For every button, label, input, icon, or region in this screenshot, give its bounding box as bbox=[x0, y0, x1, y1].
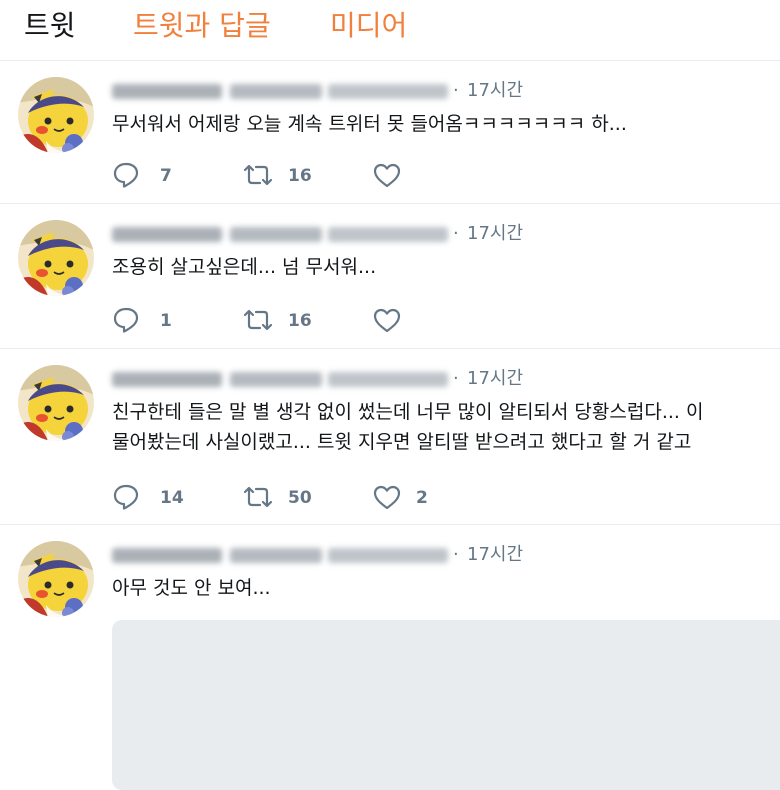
blurred-handle bbox=[328, 227, 448, 242]
blurred-display-name bbox=[112, 84, 222, 99]
tweet-text: 조용히 살고싶은데... 넘 무서워... bbox=[112, 252, 780, 282]
retweet-icon bbox=[243, 486, 273, 508]
like-count: 2 bbox=[416, 488, 428, 508]
retweet-icon bbox=[243, 309, 273, 331]
retweet-icon bbox=[243, 164, 273, 186]
blurred-name-extra bbox=[230, 84, 322, 99]
profile-tabs: 트윗 트윗과 답글 미디어 bbox=[0, 0, 780, 61]
tweet-time[interactable]: 17시간 bbox=[467, 78, 523, 104]
tweet-actions: 1 16 bbox=[112, 306, 712, 334]
tab-media[interactable]: 미디어 bbox=[330, 6, 407, 46]
separator-dot: · bbox=[453, 223, 459, 244]
reply-count: 14 bbox=[160, 488, 184, 508]
tweet-time[interactable]: 17시간 bbox=[467, 221, 523, 247]
tweet-text: 아무 것도 안 보여... bbox=[112, 573, 780, 603]
tweet-header: · 17시간 bbox=[112, 366, 780, 392]
tweet-media-placeholder[interactable] bbox=[112, 620, 780, 790]
heart-icon bbox=[373, 308, 401, 333]
avatar[interactable] bbox=[18, 365, 94, 441]
separator-dot: · bbox=[453, 544, 459, 565]
blurred-handle bbox=[328, 372, 448, 387]
tweet-text-line: 친구한테 들은 말 별 생각 없이 썼는데 너무 많이 알티되서 당황스럽다..… bbox=[112, 401, 704, 423]
tweet-text-line: 아무 것도 안 보여... bbox=[112, 577, 271, 599]
tab-tweets-and-replies[interactable]: 트윗과 답글 bbox=[133, 6, 271, 46]
tweet-text: 친구한테 들은 말 별 생각 없이 썼는데 너무 많이 알티되서 당황스럽다..… bbox=[112, 397, 780, 457]
tweet-item[interactable]: · 17시간 조용히 살고싶은데... 넘 무서워... 1 16 bbox=[0, 204, 780, 349]
retweet-count: 16 bbox=[288, 166, 312, 186]
avatar[interactable] bbox=[18, 541, 94, 617]
tweet-text-line: 조용히 살고싶은데... 넘 무서워... bbox=[112, 256, 377, 278]
blurred-display-name bbox=[112, 227, 222, 242]
blurred-display-name bbox=[112, 372, 222, 387]
tweet-actions: 7 16 bbox=[112, 161, 712, 189]
tweet-header: · 17시간 bbox=[112, 78, 780, 104]
blurred-name-extra bbox=[230, 548, 322, 563]
tab-tweets[interactable]: 트윗 bbox=[24, 6, 76, 46]
blurred-handle bbox=[328, 548, 448, 563]
reply-count: 7 bbox=[160, 166, 172, 186]
tweet-text-line: 물어봤는데 사실이랬고... 트윗 지우면 알티딸 받으려고 했다고 할 거 같… bbox=[112, 431, 692, 453]
blurred-handle bbox=[328, 84, 448, 99]
separator-dot: · bbox=[453, 368, 459, 389]
tweet-text: 무서워서 어제랑 오늘 계속 트위터 못 들어옴ㅋㅋㅋㅋㅋㅋㅋ 하... bbox=[112, 109, 780, 139]
reply-icon bbox=[113, 484, 139, 510]
tweet-item[interactable]: · 17시간 친구한테 들은 말 별 생각 없이 썼는데 너무 많이 알티되서 … bbox=[0, 349, 780, 525]
retweet-count: 50 bbox=[288, 488, 312, 508]
heart-icon bbox=[373, 485, 401, 510]
blurred-name-extra bbox=[230, 372, 322, 387]
tweet-item[interactable]: · 17시간 무서워서 어제랑 오늘 계속 트위터 못 들어옴ㅋㅋㅋㅋㅋㅋㅋ 하… bbox=[0, 61, 780, 204]
reply-icon bbox=[113, 162, 139, 188]
heart-icon bbox=[373, 163, 401, 188]
tweet-header: · 17시간 bbox=[112, 542, 780, 568]
blurred-display-name bbox=[112, 548, 222, 563]
retweet-count: 16 bbox=[288, 311, 312, 331]
tweet-time[interactable]: 17시간 bbox=[467, 366, 523, 392]
tweet-actions: 14 50 2 bbox=[112, 483, 712, 511]
reply-icon bbox=[113, 307, 139, 333]
avatar[interactable] bbox=[18, 220, 94, 296]
separator-dot: · bbox=[453, 80, 459, 101]
reply-count: 1 bbox=[160, 311, 172, 331]
avatar[interactable] bbox=[18, 77, 94, 153]
blurred-name-extra bbox=[230, 227, 322, 242]
tweet-text-line: 무서워서 어제랑 오늘 계속 트위터 못 들어옴ㅋㅋㅋㅋㅋㅋㅋ 하... bbox=[112, 113, 627, 135]
tweet-header: · 17시간 bbox=[112, 221, 780, 247]
tweet-time[interactable]: 17시간 bbox=[467, 542, 523, 568]
